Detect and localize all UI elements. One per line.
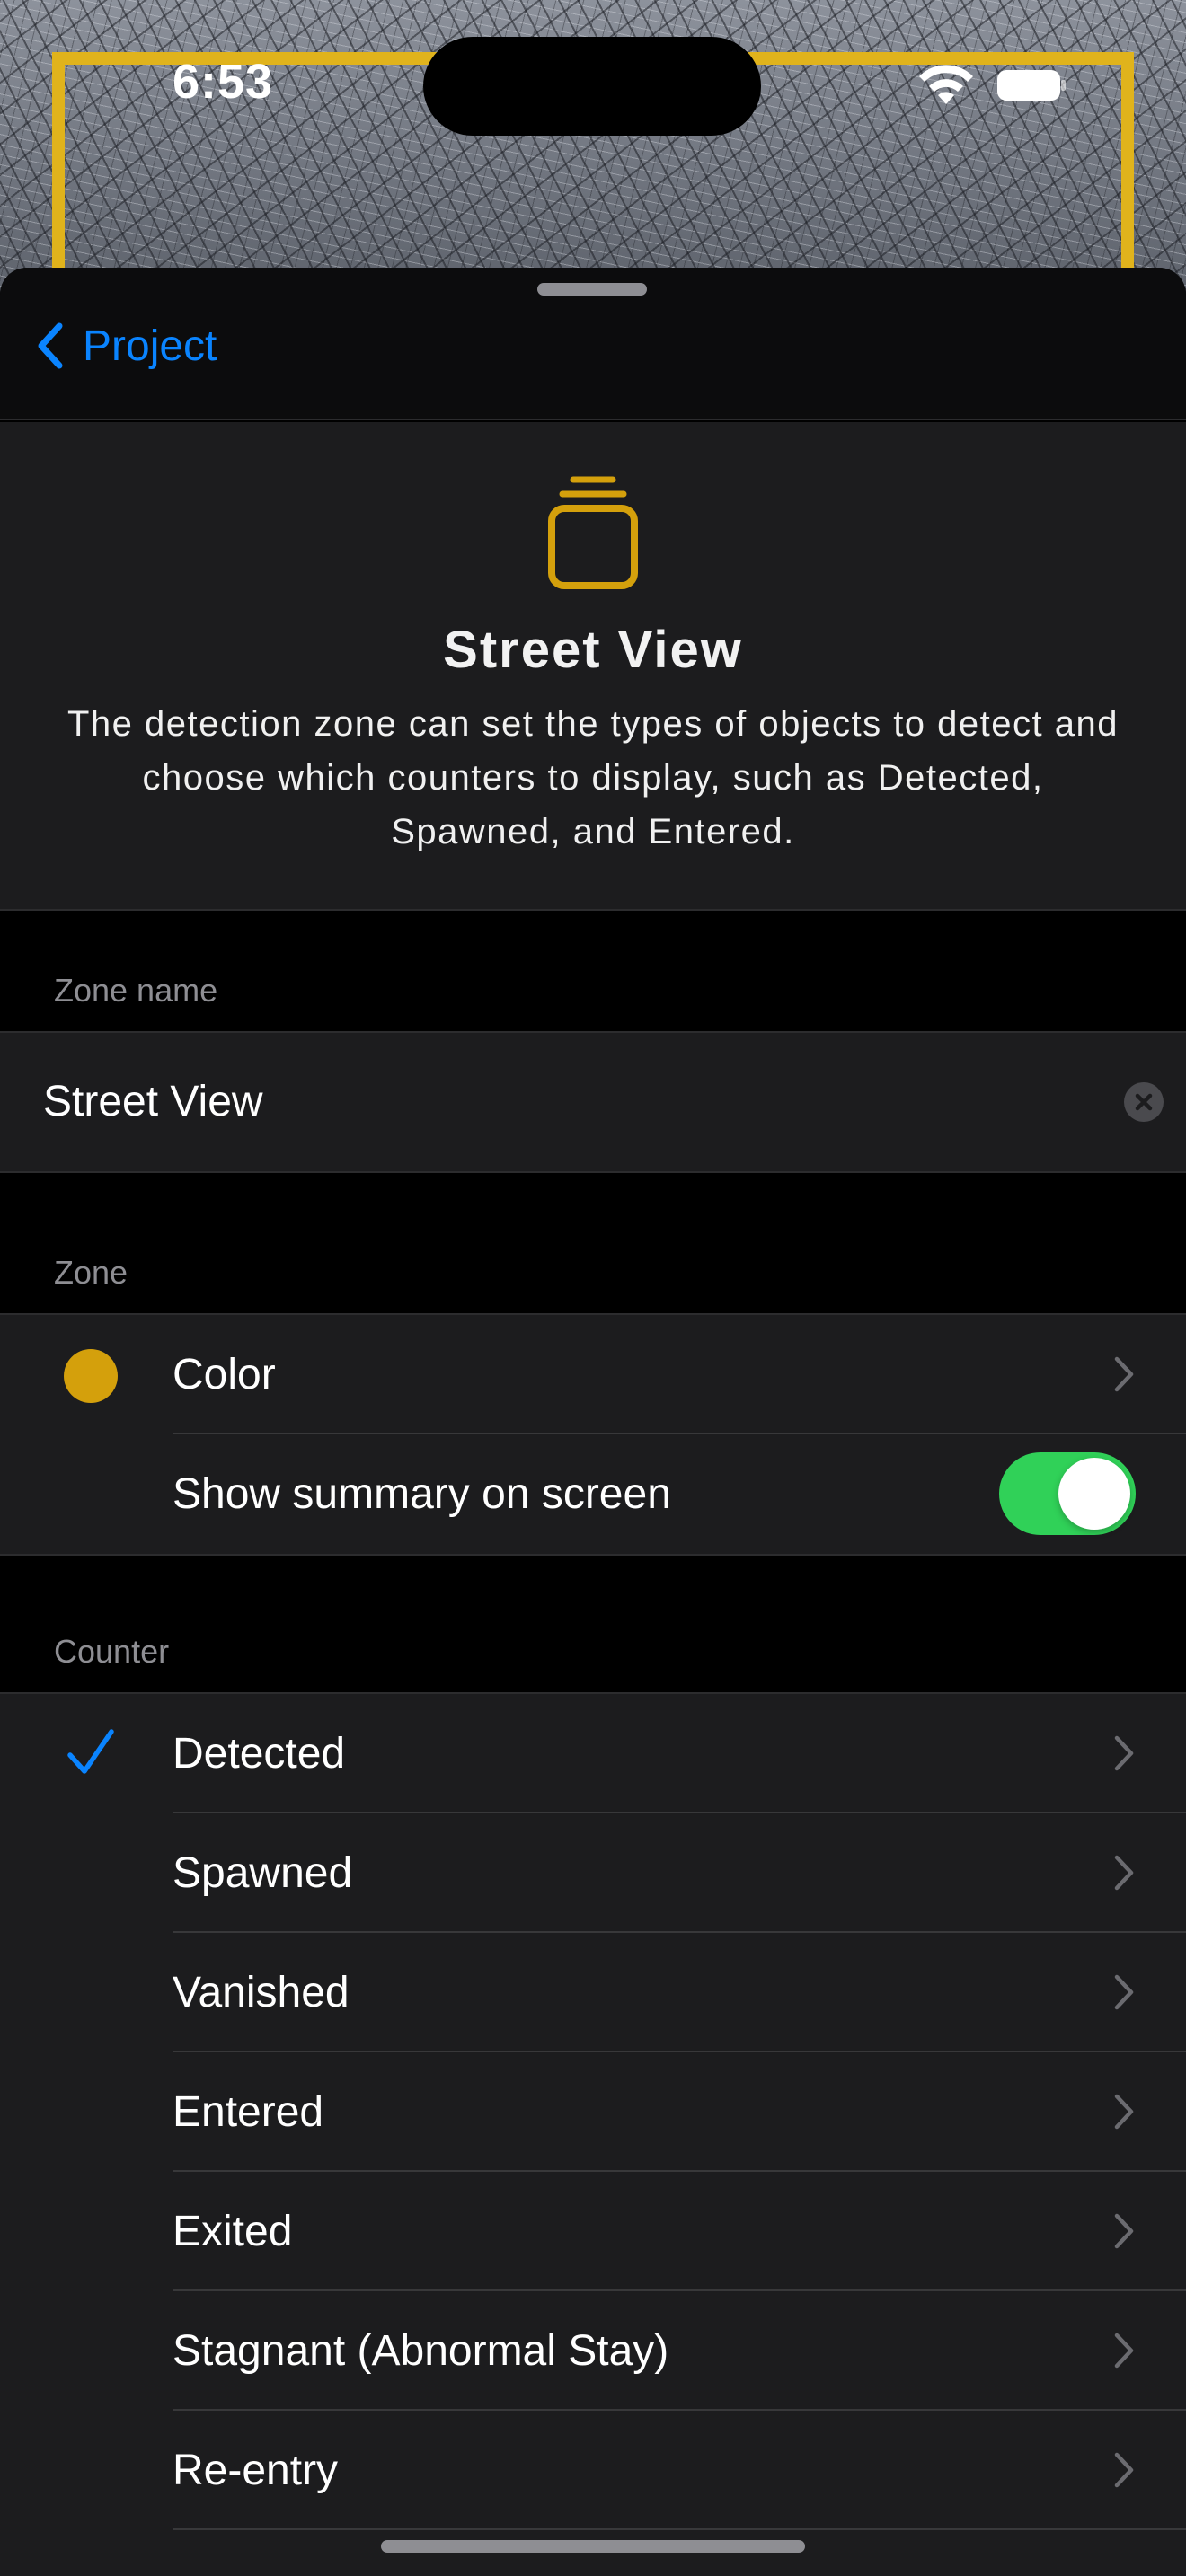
counter-label: Spawned [173, 1849, 353, 1897]
chevron-right-icon [1114, 2094, 1134, 2130]
counter-label: Vanished [173, 1969, 350, 2016]
back-button[interactable]: Project [34, 314, 217, 377]
status-time: 6:53 [173, 55, 274, 109]
zone-name-field[interactable]: Street View [43, 1033, 263, 1171]
color-swatch [64, 1349, 118, 1403]
counter-label: Stagnant (Abnormal Stay) [173, 2327, 669, 2375]
clear-text-icon[interactable] [1124, 1082, 1164, 1122]
counter-section-label: Counter [54, 1633, 170, 1670]
chevron-right-icon [1114, 1855, 1134, 1891]
color-label: Color [173, 1351, 276, 1398]
show-summary-toggle[interactable] [999, 1452, 1136, 1535]
zone-description: The detection zone can set the types of … [67, 704, 1119, 851]
dynamic-island [423, 37, 761, 136]
color-row[interactable]: Color [0, 1315, 1186, 1434]
counter-label: Detected [173, 1730, 346, 1778]
counter-label: Exited [173, 2208, 293, 2255]
battery-icon [997, 70, 1066, 101]
counter-row-entered[interactable]: Entered [0, 2052, 1186, 2172]
zone-settings-sheet: Project Street View The detection zone c… [0, 268, 1186, 2576]
counter-label: Entered [173, 2088, 324, 2136]
zone-section-label: Zone [54, 1254, 128, 1291]
counter-row-stagnant[interactable]: Stagnant (Abnormal Stay) [0, 2291, 1186, 2411]
counter-row-detected[interactable]: Detected [0, 1694, 1186, 1813]
zone-group: Color Show summary on screen [0, 1313, 1186, 1556]
wifi-icon [919, 65, 973, 104]
counter-group: Detected Spawned Vanished Entered Exited… [0, 1692, 1186, 2576]
checkmark-icon [67, 1729, 114, 1774]
chevron-right-icon [1114, 1974, 1134, 2010]
row-divider [173, 2528, 1186, 2530]
sheet-grabber[interactable] [537, 283, 647, 296]
show-summary-label: Show summary on screen [173, 1470, 671, 1518]
chevron-right-icon [1114, 2452, 1134, 2488]
zone-name-group: Street View [0, 1031, 1186, 1173]
chevron-right-icon [1114, 1356, 1134, 1392]
back-button-label: Project [83, 322, 217, 370]
counter-row-re-entry[interactable]: Re-entry [0, 2411, 1186, 2530]
show-summary-row: Show summary on screen [0, 1434, 1186, 1554]
counter-row-vanished[interactable]: Vanished [0, 1933, 1186, 2052]
screen: 6:53 Project Street View The detection z… [0, 0, 1186, 2576]
counter-label: Re-entry [173, 2447, 339, 2494]
chevron-right-icon [1114, 2333, 1134, 2369]
chevron-right-icon [1114, 1735, 1134, 1771]
zone-name-section-label: Zone name [54, 972, 218, 1009]
chevron-right-icon [1114, 2213, 1134, 2249]
counter-row-spawned[interactable]: Spawned [0, 1813, 1186, 1933]
counter-row-exited[interactable]: Exited [0, 2172, 1186, 2291]
zone-title: Street View [443, 621, 743, 679]
chevron-left-icon [38, 322, 63, 369]
toggle-knob [1058, 1458, 1130, 1530]
home-indicator[interactable] [381, 2540, 805, 2553]
zone-stack-icon [548, 476, 638, 589]
zone-header: Street View The detection zone can set t… [0, 422, 1186, 911]
